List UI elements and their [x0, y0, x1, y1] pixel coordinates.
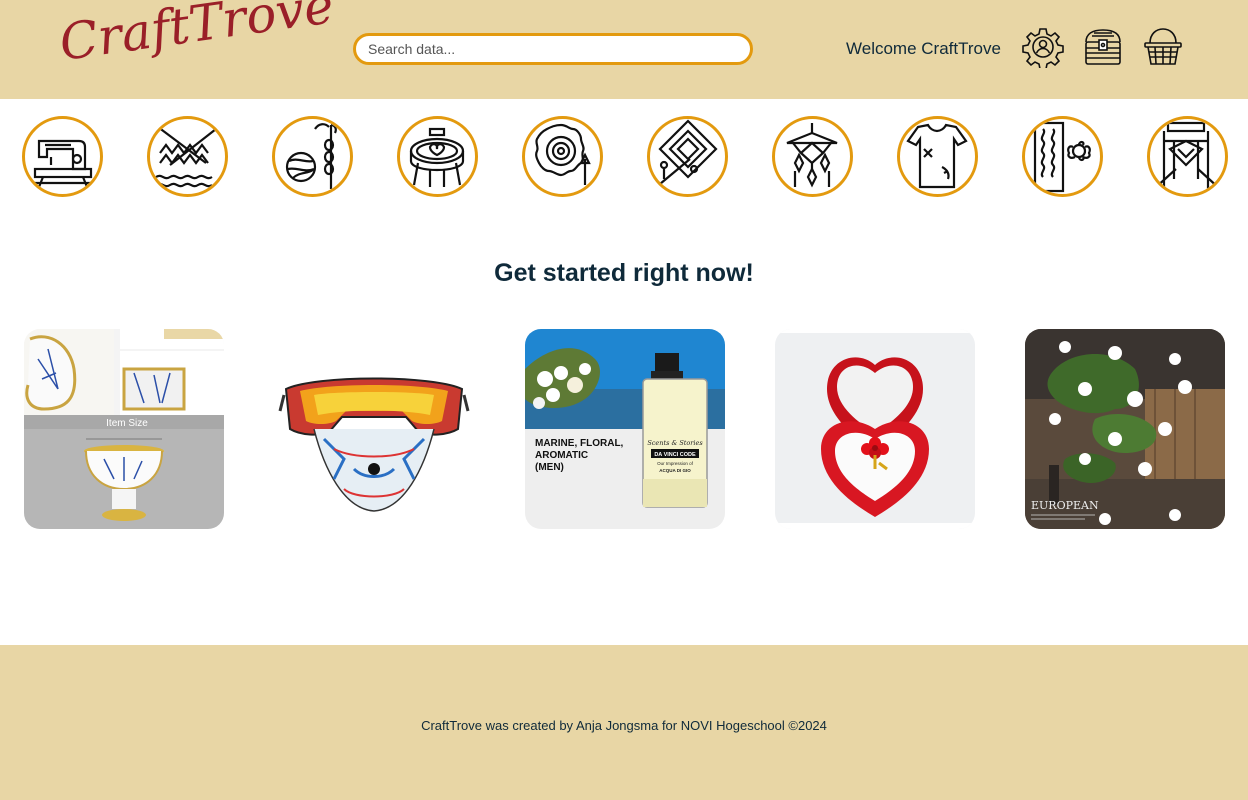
site-header: CraftTrove Welcome CraftTrove — [0, 0, 1248, 99]
pottery-icon[interactable] — [522, 116, 603, 197]
product-card-vase[interactable]: Item Size — [24, 329, 224, 529]
upcycling-clothes-icon[interactable] — [897, 116, 978, 197]
weaving-icon[interactable] — [1147, 116, 1228, 197]
footer-credit: CraftTrove was created by Anja Jongsma f… — [421, 718, 827, 733]
perfume-text-3: (MEN) — [535, 462, 564, 473]
perfume-label: DA VINCI CODE — [654, 452, 696, 458]
perfume-text-1: MARINE, FLORAL, — [535, 438, 624, 449]
yarn-crochet-icon[interactable] — [272, 116, 353, 197]
embroidery-hoop-icon[interactable] — [397, 116, 478, 197]
knitting-icon[interactable] — [147, 116, 228, 197]
perfume-sub: Our Impression of — [657, 461, 694, 466]
treasure-chest-icon[interactable] — [1082, 26, 1124, 68]
plant-lamp-caption: EUROPEAN — [1031, 499, 1099, 512]
perfume-brand: Scents & Stories — [647, 439, 703, 447]
logo[interactable]: CraftTrove — [56, 0, 337, 72]
search-input[interactable] — [353, 33, 753, 65]
vase-caption: Item Size — [106, 418, 148, 429]
page-title: Get started right now! — [494, 259, 754, 287]
product-card-ring-box[interactable] — [775, 329, 975, 529]
product-card-plant-lamp[interactable]: EUROPEAN — [1025, 329, 1225, 529]
macrame-icon[interactable] — [772, 116, 853, 197]
category-strip — [0, 99, 1248, 217]
product-card-perfume[interactable]: MARINE, FLORAL, AROMATIC (MEN) Scents & … — [525, 329, 725, 529]
user-settings-icon[interactable] — [1022, 26, 1064, 70]
sewing-machine-icon[interactable] — [22, 116, 103, 197]
basket-icon[interactable] — [1142, 26, 1184, 68]
perfume-sub2: ACQUA DI GIO — [659, 468, 691, 473]
product-card-goggles[interactable] — [274, 329, 474, 529]
welcome-text: Welcome CraftTrove — [846, 39, 1001, 58]
perfume-text-2: AROMATIC — [535, 450, 588, 461]
quilting-icon[interactable] — [647, 116, 728, 197]
site-footer: CraftTrove was created by Anja Jongsma f… — [0, 645, 1248, 800]
fabric-printing-icon[interactable] — [1022, 116, 1103, 197]
